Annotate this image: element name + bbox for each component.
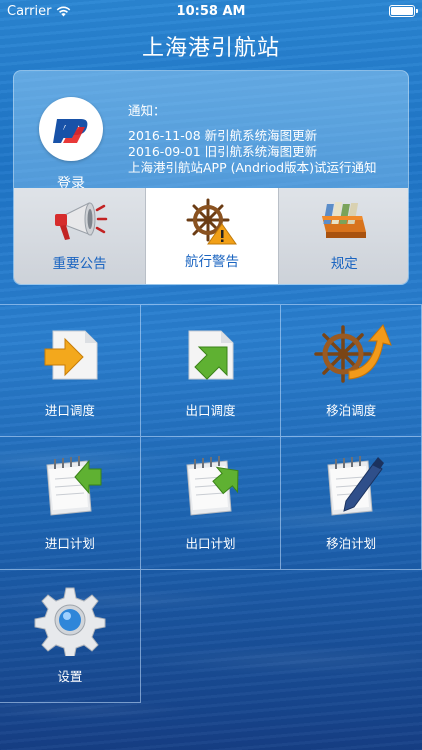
- ship-wheel-warning-icon: [184, 198, 240, 250]
- import-arrow-icon: [35, 319, 105, 392]
- tab-label: 航行警告: [184, 254, 239, 270]
- notice-item[interactable]: 2016-11-08 新引航系统海图更新: [128, 128, 376, 144]
- grid-item-import-dispatch[interactable]: 进口调度: [0, 304, 141, 437]
- grid-item-berth-shift-dispatch[interactable]: 移泊调度: [281, 304, 422, 437]
- category-tabs: 重要公告 航行警告 规定: [14, 188, 408, 284]
- notice-item[interactable]: 2016-09-01 旧引航系统海图更新: [128, 144, 376, 160]
- login-button[interactable]: 登录: [36, 97, 106, 193]
- gear-icon: [34, 584, 106, 659]
- notepad-import-icon: [35, 451, 105, 524]
- grid-item-export-dispatch[interactable]: 出口调度: [140, 304, 282, 437]
- grid-item-label: 进口调度: [44, 403, 95, 418]
- grid-item-settings[interactable]: 设置: [0, 570, 141, 703]
- tab-label: 重要公告: [52, 256, 107, 272]
- ship-wheel-arrow-icon: [309, 319, 393, 392]
- notepad-export-icon: [175, 451, 245, 524]
- logo-icon: [39, 97, 103, 161]
- notice-card: 登录 通知： 2016-11-08 新引航系统海图更新 2016-09-01 旧…: [13, 70, 409, 285]
- notice-title: 通知：: [128, 103, 166, 118]
- status-bar: Carrier 10:58 AM: [0, 0, 422, 22]
- notepad-pen-icon: [316, 451, 386, 524]
- grid-item-export-plan[interactable]: 出口计划: [140, 437, 282, 570]
- grid-item-label: 出口调度: [185, 403, 236, 418]
- grid-item-label: 移泊调度: [326, 403, 377, 418]
- status-time: 10:58 AM: [176, 3, 246, 19]
- grid-item-label: 出口计划: [185, 536, 236, 551]
- grid-item-berth-shift-plan[interactable]: 移泊计划: [281, 437, 422, 570]
- function-grid: 进口调度 出口调度 移泊调度 进口计划 出口计划 移泊计划 设置: [0, 304, 422, 703]
- notice-item[interactable]: 上海港引航站APP (Andriod版本)试运行通知: [128, 160, 376, 176]
- export-arrow-icon: [175, 319, 245, 392]
- grid-item-label: 进口计划: [44, 536, 95, 551]
- page-title: 上海港引航站: [141, 36, 280, 61]
- tab-important-notice[interactable]: 重要公告: [14, 188, 147, 284]
- grid-item-label: 移泊计划: [326, 536, 377, 551]
- grid-item-import-plan[interactable]: 进口计划: [0, 437, 141, 570]
- tab-label: 规定: [330, 256, 358, 272]
- grid-item-label: 设置: [57, 669, 83, 684]
- battery-icon: [389, 5, 418, 17]
- megaphone-icon: [51, 198, 109, 248]
- notice-list: 通知： 2016-11-08 新引航系统海图更新 2016-09-01 旧引航系…: [128, 103, 376, 176]
- tab-regulations[interactable]: 规定: [278, 188, 408, 284]
- file-box-icon: [316, 198, 372, 246]
- tab-navigation-warning[interactable]: 航行警告: [146, 188, 279, 284]
